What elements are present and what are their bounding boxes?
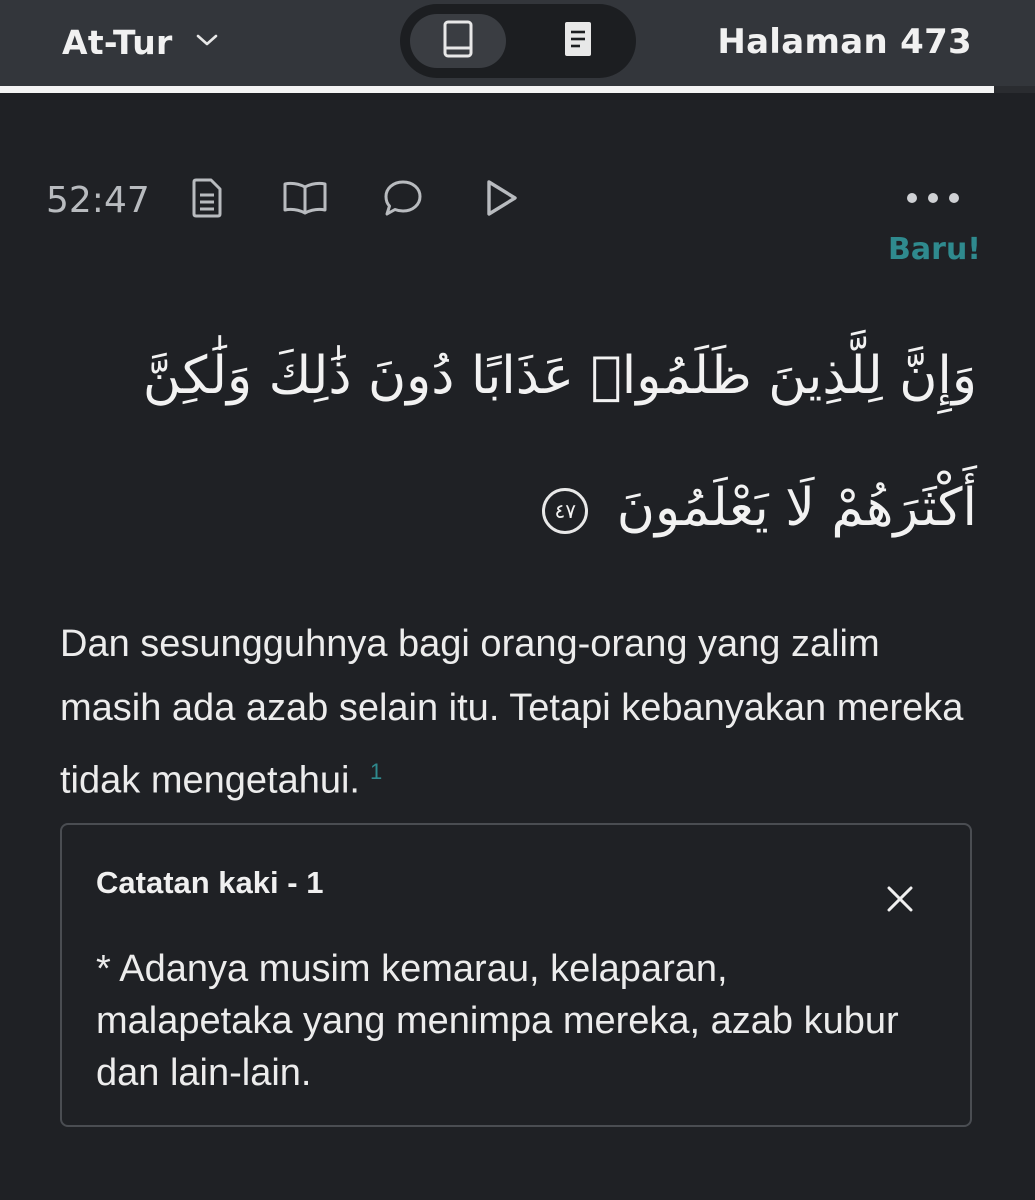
- footnote-card: Catatan kaki - 1 * Adanya musim kemarau,…: [60, 823, 972, 1127]
- tafsir-button[interactable]: [180, 173, 234, 227]
- close-footnote-button[interactable]: [880, 881, 920, 921]
- play-audio-button[interactable]: [474, 173, 528, 227]
- new-badge: Baru!: [888, 232, 981, 267]
- arabic-verse: وَإِنَّ لِلَّذِينَ ظَلَمُوا۟ عَذَابًا دُ…: [60, 310, 977, 574]
- footnote-text: * Adanya musim kemarau, kelaparan, malap…: [96, 948, 899, 1094]
- verse-actions-row: 52:47: [46, 172, 572, 228]
- reading-mode-button[interactable]: [530, 14, 626, 68]
- verse-translation: Dan sesungguhnya bagi orang-orang yang z…: [60, 612, 975, 813]
- comment-icon: [382, 178, 424, 222]
- reading-progress-fill: [0, 86, 994, 93]
- footnote-reference[interactable]: 1: [370, 759, 382, 784]
- top-bar: At-Tur Halaman 473: [0, 0, 1035, 86]
- view-mode-toggle: [400, 4, 636, 78]
- reading-progress-bar: [0, 86, 1035, 93]
- play-icon: [483, 178, 519, 222]
- more-icon: [907, 193, 917, 203]
- open-book-icon: [282, 179, 328, 221]
- comment-button[interactable]: [376, 173, 430, 227]
- ayah-number-marker: ٤٧: [542, 488, 589, 534]
- translation-text: Dan sesungguhnya bagi orang-orang yang z…: [60, 623, 964, 802]
- page-number-label: Halaman 473: [717, 22, 972, 62]
- surah-name: At-Tur: [62, 22, 173, 62]
- more-icon-dot: [949, 193, 959, 203]
- reflection-button[interactable]: [278, 173, 332, 227]
- document-icon: [562, 20, 594, 62]
- more-icon-dot: [928, 193, 938, 203]
- close-icon: [885, 884, 915, 918]
- translation-mode-button[interactable]: [410, 14, 506, 68]
- surah-selector[interactable]: At-Tur: [62, 18, 219, 66]
- verse-key[interactable]: 52:47: [46, 180, 150, 221]
- chevron-down-icon: [195, 32, 219, 52]
- footnote-title: Catatan kaki - 1: [96, 865, 324, 900]
- tafsir-icon: [189, 177, 225, 223]
- book-icon: [442, 20, 474, 62]
- more-options-button[interactable]: [907, 180, 959, 216]
